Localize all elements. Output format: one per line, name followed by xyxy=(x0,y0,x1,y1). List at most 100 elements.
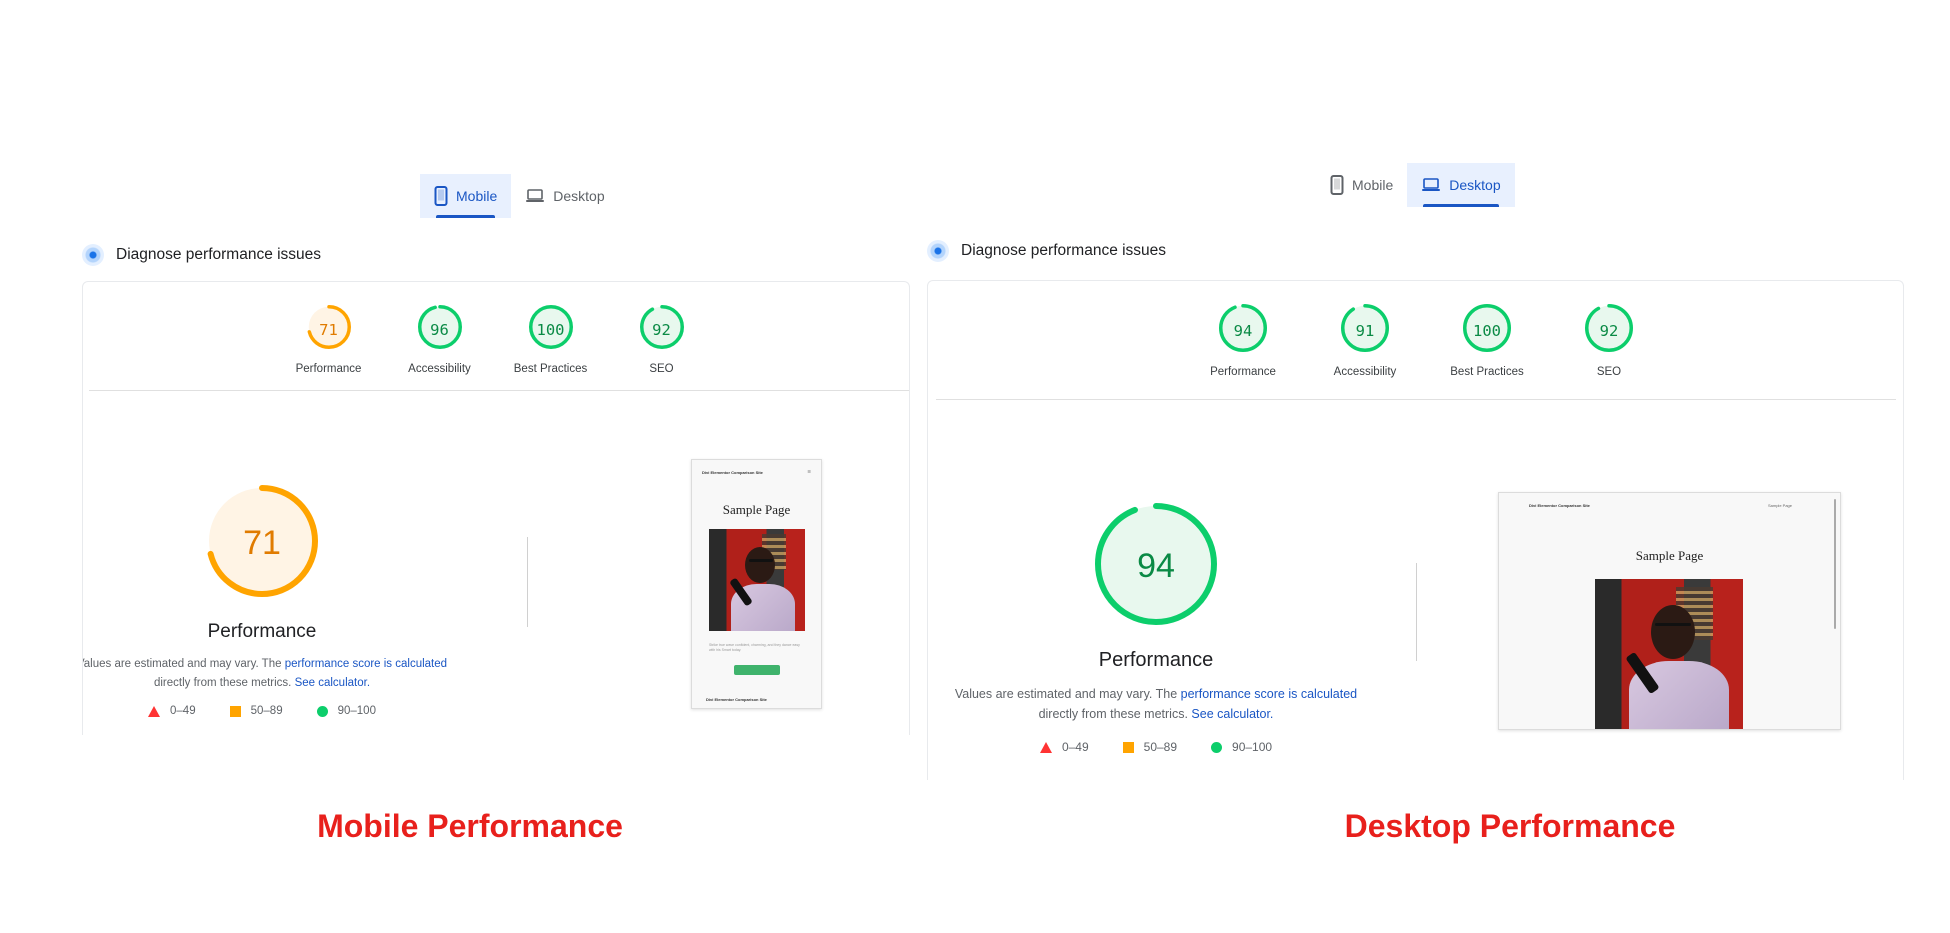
see-calculator-link[interactable]: See calculator. xyxy=(1191,707,1273,721)
note-text: directly from these metrics. xyxy=(1038,707,1192,721)
see-calculator-link[interactable]: See calculator. xyxy=(295,677,370,689)
screenshot-page-title: Sample Page xyxy=(722,502,791,517)
desktop-caption: Desktop Performance xyxy=(1344,808,1676,844)
tab-mobile[interactable]: Mobile xyxy=(1316,163,1407,207)
score-ring: 96 xyxy=(417,304,463,355)
score-ring: 71 xyxy=(306,304,352,355)
laptop-icon xyxy=(526,189,545,202)
tab-mobile[interactable]: Mobile xyxy=(420,174,512,218)
performance-title: Performance xyxy=(1098,649,1214,671)
legend-label: 50–89 xyxy=(1143,740,1178,754)
main-score-value: 71 xyxy=(243,524,281,562)
gauge-label: SEO xyxy=(649,363,674,375)
screenshot-page-title: Sample Page xyxy=(1635,548,1704,563)
diagnose-icon xyxy=(82,244,104,266)
legend-fail: 0–49 xyxy=(148,705,196,717)
score-value: 92 xyxy=(1599,321,1619,340)
phone-icon xyxy=(434,186,448,206)
report-card: 94 Performance 91 Accessibility 100 Best Pr… xyxy=(927,280,1904,780)
desktop-report-panel: Mobile Desktop Diagnose performance issu… xyxy=(925,0,1950,933)
score-ring: 100 xyxy=(528,304,574,355)
device-tabs: Mobile Desktop xyxy=(1316,163,1515,207)
legend-average: 50–89 xyxy=(1122,740,1178,754)
mobile-report-panel: Mobile Desktop Diagnose performance issu… xyxy=(0,0,910,933)
screenshot-photo xyxy=(709,529,805,631)
score-value: 92 xyxy=(652,320,671,339)
screenshot-site-name: Divi Elementor Comparison Site xyxy=(702,470,763,475)
gauge-accessibility[interactable]: 91 Accessibility xyxy=(1304,303,1426,378)
screenshot-photo xyxy=(1595,579,1743,729)
screenshot-button xyxy=(734,665,780,675)
score-value: 100 xyxy=(536,320,565,339)
section-divider xyxy=(89,390,909,391)
legend-label: 50–89 xyxy=(250,705,283,717)
score-ring: 91 xyxy=(1340,303,1390,358)
gauge-label: Accessibility xyxy=(408,363,471,375)
score-legend: 0–49 50–89 90–100 xyxy=(1039,740,1272,754)
legend-pass: 90–100 xyxy=(316,705,376,717)
score-ring: 92 xyxy=(1584,303,1634,358)
note-text: directly from these metrics. xyxy=(153,677,295,689)
legend-label: 0–49 xyxy=(170,705,196,717)
page-screenshot[interactable]: Divi Elementor Comparison Site Sample Pa… xyxy=(1498,492,1841,730)
tab-desktop[interactable]: Desktop xyxy=(1407,163,1515,207)
triangle-icon xyxy=(148,705,161,717)
diagnose-icon xyxy=(927,240,949,262)
square-icon xyxy=(229,705,241,717)
score-ring: 94 xyxy=(1218,303,1268,358)
vertical-separator xyxy=(1416,563,1417,661)
legend-fail: 0–49 xyxy=(1039,740,1089,754)
hamburger-icon: ☰ xyxy=(807,469,811,474)
legend-pass: 90–100 xyxy=(1211,740,1272,754)
gauge-seo[interactable]: 92 SEO xyxy=(606,304,717,375)
gauge-label: Performance xyxy=(1210,366,1276,378)
score-value: 94 xyxy=(1233,321,1253,340)
mobile-caption: Mobile Performance xyxy=(317,808,623,844)
performance-title: Performance xyxy=(207,621,317,642)
main-score-ring: 71 xyxy=(205,484,319,603)
tab-label: Mobile xyxy=(1352,177,1394,193)
score-note: Values are estimated and may vary. The p… xyxy=(82,655,452,693)
device-tabs: Mobile Desktop xyxy=(420,174,619,218)
gauge-performance[interactable]: 94 Performance xyxy=(1182,303,1304,378)
square-icon xyxy=(1122,741,1134,753)
score-legend: 0–49 50–89 90–100 xyxy=(148,705,376,717)
diagnose-label: Diagnose performance issues xyxy=(116,246,322,263)
note-text: Values are estimated and may vary. The xyxy=(954,687,1181,701)
performance-score-link[interactable]: performance score is calculated xyxy=(285,658,447,670)
note-text: Values are estimated and may vary. The xyxy=(82,658,285,670)
gauge-best-practices[interactable]: 100 Best Practices xyxy=(1426,303,1548,378)
circle-icon xyxy=(1211,741,1223,753)
gauge-performance[interactable]: 71 Performance xyxy=(273,304,384,375)
diagnose-label: Diagnose performance issues xyxy=(961,242,1167,259)
legend-average: 50–89 xyxy=(229,705,283,717)
screenshot-footer: Divi Elementor Comparison Site xyxy=(706,697,767,702)
phone-icon xyxy=(1330,175,1344,195)
screenshot-caption: Strike true wave confident, charming, an… xyxy=(709,643,800,652)
section-divider xyxy=(936,399,1896,400)
gauge-best-practices[interactable]: 100 Best Practices xyxy=(495,304,606,375)
category-gauges: 71 Performance 96 Accessibility 100 Best Pr… xyxy=(273,304,717,375)
score-value: 91 xyxy=(1355,321,1375,340)
tab-label: Mobile xyxy=(456,188,498,204)
tab-desktop[interactable]: Desktop xyxy=(511,174,618,218)
page-screenshot[interactable]: Divi Elementor Comparison Site ☰ Sample … xyxy=(691,459,822,709)
circle-icon xyxy=(316,705,328,717)
legend-label: 90–100 xyxy=(1232,740,1273,754)
screenshot-menu-item: Sample Page xyxy=(1767,503,1792,508)
tab-label: Desktop xyxy=(1449,177,1501,193)
main-score-ring: 94 xyxy=(1094,502,1218,631)
gauge-label: Performance xyxy=(295,363,362,375)
performance-score-link[interactable]: performance score is calculated xyxy=(1181,687,1357,701)
category-gauges: 94 Performance 91 Accessibility 100 Best Pr… xyxy=(1182,303,1670,378)
vertical-separator xyxy=(527,537,528,627)
gauge-accessibility[interactable]: 96 Accessibility xyxy=(384,304,495,375)
score-value: 100 xyxy=(1473,321,1501,340)
performance-summary: 71 Performance Values are estimated and … xyxy=(83,484,447,717)
laptop-icon xyxy=(1422,178,1441,191)
diagnose-header: Diagnose performance issues xyxy=(82,244,321,266)
screenshot-site-name: Divi Elementor Comparison Site xyxy=(1529,503,1590,508)
screenshot-scrollbar xyxy=(1834,499,1836,629)
gauge-seo[interactable]: 92 SEO xyxy=(1548,303,1670,378)
legend-label: 90–100 xyxy=(337,705,376,717)
